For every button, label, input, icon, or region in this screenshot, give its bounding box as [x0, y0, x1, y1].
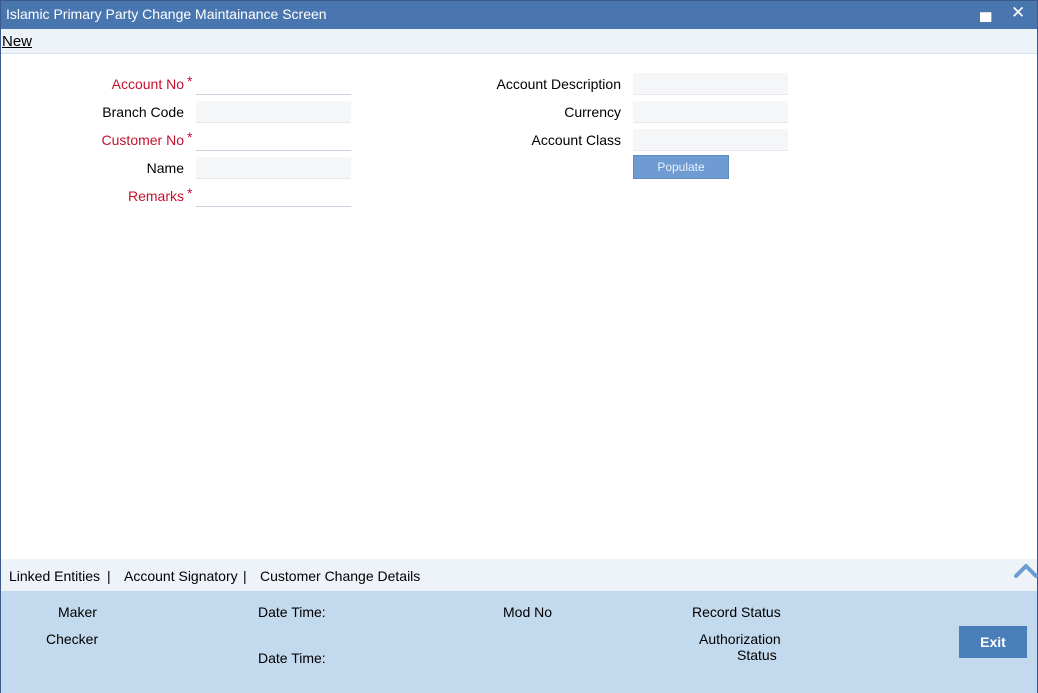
name-input[interactable] [196, 157, 351, 179]
remarks-input[interactable] [196, 185, 351, 207]
chevron-up-icon[interactable] [1013, 560, 1038, 582]
maintenance-window: Islamic Primary Party Change Maintainanc… [0, 0, 1038, 693]
account-no-label: Account No [111, 76, 184, 92]
close-icon[interactable]: ✕ [1011, 3, 1025, 23]
customer-no-label: Customer No [101, 132, 184, 148]
populate-button[interactable]: Populate [633, 155, 729, 179]
mod-no-label: Mod No [503, 604, 553, 620]
toolbar: New [1, 29, 1037, 54]
account-description-input[interactable] [633, 73, 788, 95]
name-label: Name [146, 160, 184, 176]
maker-label: Maker [58, 604, 97, 620]
new-link[interactable]: New [2, 33, 32, 50]
window-title: Islamic Primary Party Change Maintainanc… [6, 6, 327, 22]
tab-customer-change-details[interactable]: Customer Change Details [260, 568, 420, 584]
tab-account-signatory[interactable]: Account Signatory [124, 568, 238, 584]
authorization-status-label-line2: Status [737, 647, 777, 663]
record-status-label: Record Status [692, 604, 781, 620]
tab-separator: | [107, 568, 111, 584]
customer-no-required-marker: * [187, 129, 193, 145]
audit-footer: Maker Checker Date Time: Date Time: Mod … [1, 591, 1037, 693]
currency-label: Currency [564, 104, 621, 120]
subsystem-bar: Linked Entities | Account Signatory | Cu… [1, 559, 1038, 591]
branch-code-label: Branch Code [102, 104, 184, 120]
account-no-required-marker: * [187, 73, 193, 89]
account-no-input[interactable] [196, 73, 351, 95]
minimize-icon[interactable]: ▄ [980, 3, 991, 23]
customer-no-input[interactable] [196, 129, 351, 151]
checker-date-time-label: Date Time: [258, 650, 326, 666]
authorization-status-label: Authorization [699, 631, 781, 647]
account-description-label: Account Description [496, 76, 621, 92]
remarks-label: Remarks [127, 188, 184, 204]
title-bar: Islamic Primary Party Change Maintainanc… [1, 1, 1037, 29]
account-class-label: Account Class [531, 132, 621, 148]
checker-label: Checker [46, 631, 99, 647]
tab-linked-entities[interactable]: Linked Entities [9, 568, 100, 584]
maker-date-time-label: Date Time: [258, 604, 326, 620]
tab-separator: | [243, 568, 247, 584]
branch-code-input[interactable] [196, 101, 351, 123]
exit-button[interactable]: Exit [959, 626, 1027, 658]
account-class-input[interactable] [633, 129, 788, 151]
remarks-required-marker: * [187, 185, 193, 201]
currency-input[interactable] [633, 101, 788, 123]
